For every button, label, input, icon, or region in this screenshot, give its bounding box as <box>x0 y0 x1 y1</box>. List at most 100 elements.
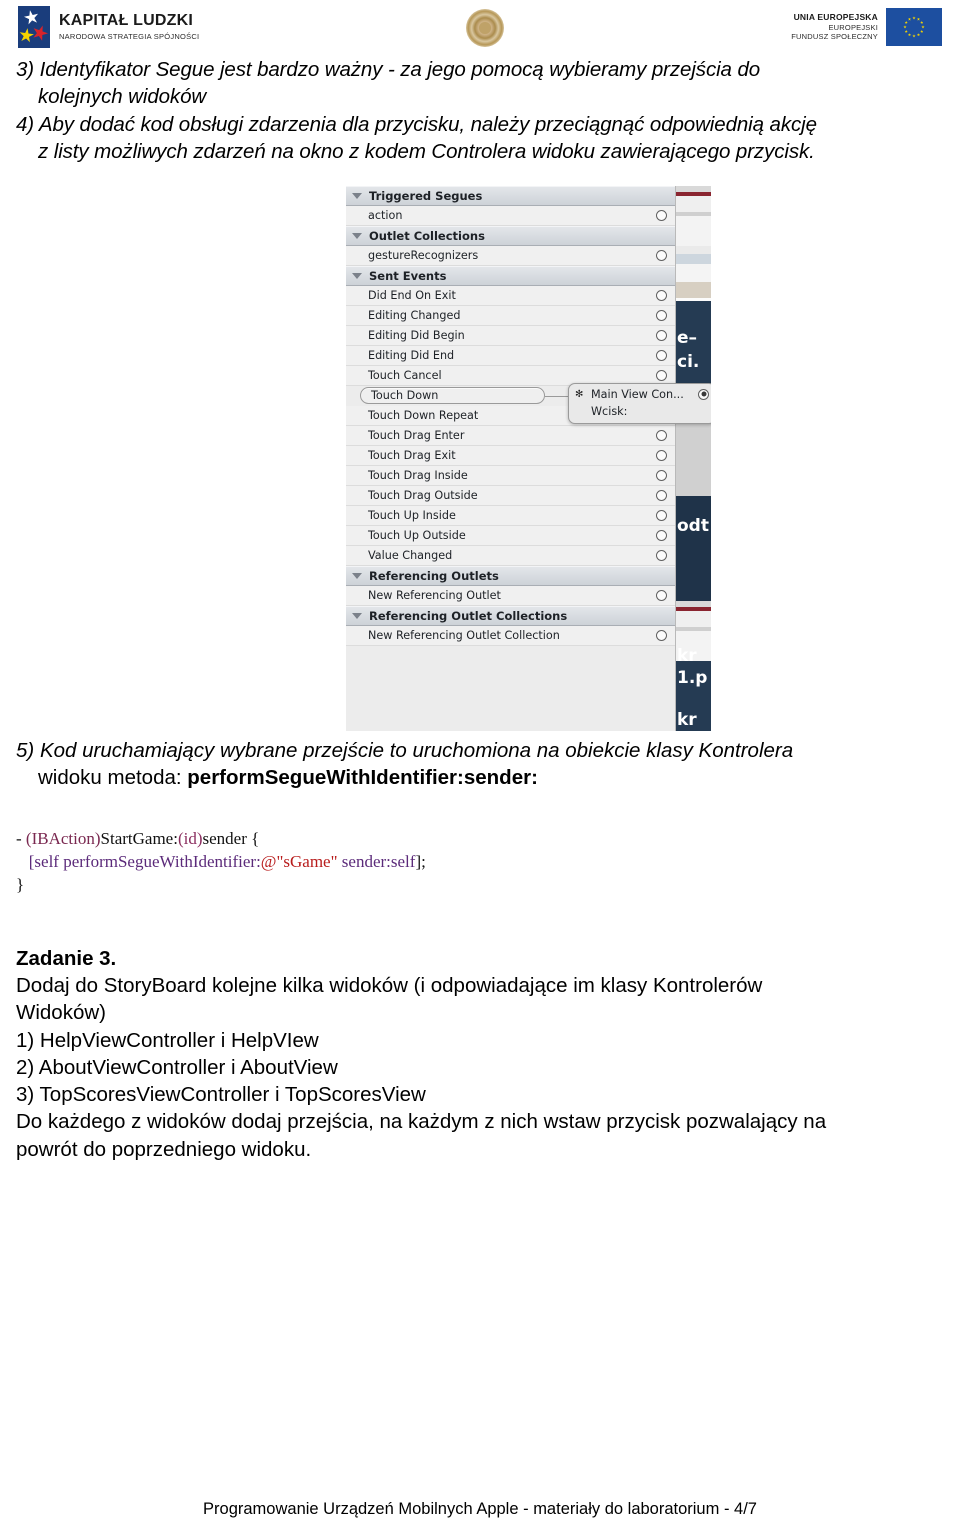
section-header-referencing-outlet-collections[interactable]: Referencing Outlet Collections <box>346 605 675 626</box>
logo-university-seal <box>466 9 504 47</box>
white-star-icon <box>23 9 41 27</box>
eu-star-icon <box>907 17 912 21</box>
sent-event-0-row[interactable]: Did End On Exit <box>346 285 675 306</box>
connection-well[interactable] <box>656 529 667 541</box>
connection-label: Touch Drag Inside <box>368 468 468 482</box>
sent-event-2-row[interactable]: Editing Did Begin <box>346 325 675 346</box>
red-star-icon <box>30 23 51 44</box>
sent-event-10-row[interactable]: Touch Drag Outside <box>346 485 675 506</box>
popover-connection-well[interactable] <box>698 388 709 400</box>
eu-star-icon <box>920 29 924 33</box>
eu-line-3: FUNDUSZ SPOŁECZNY <box>791 32 878 42</box>
list-item-3-marker: 3) <box>16 58 35 81</box>
connection-label: New Referencing Outlet <box>368 588 501 602</box>
popover-target-row[interactable]: ✻ Main View Con... <box>575 386 709 403</box>
connection-well[interactable] <box>656 629 667 641</box>
connection-well[interactable] <box>656 329 667 341</box>
screenshot-frame: e– ci. odt kr 1.p kr Triggered Segues act… <box>346 185 711 731</box>
disclosure-triangle-down-icon[interactable] <box>352 193 362 200</box>
section-header-label: Sent Events <box>369 268 447 283</box>
code-perform-segue-msg: performSegueWithIdentifier: <box>63 852 261 872</box>
code-line-2: [self performSegueWithIdentifier:@"sGame… <box>16 852 426 871</box>
connection-label: Touch Drag Enter <box>368 428 465 442</box>
connection-well[interactable] <box>656 589 667 601</box>
eu-star-icon <box>912 16 916 20</box>
connection-label: Value Changed <box>368 548 453 562</box>
bg-text-fragment-5: 1.p <box>677 667 708 688</box>
zadanie-item-1: 1) HelpViewController i HelpVIew <box>16 1028 319 1052</box>
kapital-ludzki-stars-emblem <box>18 6 50 48</box>
disclosure-triangle-down-icon[interactable] <box>352 273 362 280</box>
disclosure-triangle-down-icon[interactable] <box>352 613 362 620</box>
section-header-referencing-outlets[interactable]: Referencing Outlets <box>346 565 675 586</box>
connection-well[interactable] <box>656 429 667 441</box>
referencing-outlet-collection-0-row[interactable]: New Referencing Outlet Collection <box>346 625 675 646</box>
connection-well[interactable] <box>656 549 667 561</box>
sent-event-1-row[interactable]: Editing Changed <box>346 305 675 326</box>
referencing-outlet-0-row[interactable]: New Referencing Outlet <box>346 585 675 606</box>
eu-star-icon <box>907 33 912 37</box>
section-header-label: Referencing Outlets <box>369 568 499 583</box>
connection-label: gestureRecognizers <box>368 248 479 262</box>
kapital-ludzki-text: KAPITAŁ LUDZKI NARODOWA STRATEGIA SPÓJNO… <box>59 12 199 41</box>
xcode-inspector-screenshot: e– ci. odt kr 1.p kr Triggered Segues act… <box>16 182 960 737</box>
connection-label: Touch Cancel <box>368 368 442 382</box>
code-sender-self: sender:self <box>337 852 416 872</box>
background-desktop-strip: e– ci. odt kr 1.p kr <box>675 185 711 731</box>
list-item-4: 4) Aby dodać kod obsługi zdarzenia dla p… <box>16 111 944 166</box>
sent-event-8-row[interactable]: Touch Drag Exit <box>346 445 675 466</box>
connection-well[interactable] <box>656 309 667 321</box>
popover-action-row[interactable]: Wcisk: <box>575 403 709 420</box>
connection-well[interactable] <box>656 509 667 521</box>
code-self-open: [self <box>28 852 64 872</box>
bg-text-fragment-4: kr <box>677 645 697 666</box>
logo-unia-europejska: UNIA EUROPEJSKA EUROPEJSKI FUNDUSZ SPOŁE… <box>791 8 942 46</box>
triggered-segue-0-row[interactable]: action <box>346 205 675 226</box>
connection-well[interactable] <box>656 449 667 461</box>
list-item-4-line1: Aby dodać kod obsługi zdarzenia dla przy… <box>38 112 817 136</box>
section-header-sent-events[interactable]: Sent Events <box>346 265 675 286</box>
connection-well[interactable] <box>656 249 667 261</box>
university-gold-seal-icon <box>466 9 504 47</box>
zadanie-outro-line-1: Do każdego z widoków dodaj przejścia, na… <box>16 1110 827 1134</box>
outlet-collection-0-row[interactable]: gestureRecognizers <box>346 245 675 266</box>
kapital-ludzki-title: KAPITAŁ LUDZKI <box>59 12 194 30</box>
sent-event-11-row[interactable]: Touch Up Inside <box>346 505 675 526</box>
eu-stars-ring <box>902 15 926 39</box>
connection-well[interactable] <box>656 209 667 221</box>
page-footer: Programowanie Urządzeń Mobilnych Apple -… <box>203 1500 757 1518</box>
sent-event-9-row[interactable]: Touch Drag Inside <box>346 465 675 486</box>
sent-event-3-row[interactable]: Editing Did End <box>346 345 675 366</box>
section-header-label: Referencing Outlet Collections <box>369 608 568 623</box>
connection-well[interactable] <box>656 489 667 501</box>
connection-well[interactable] <box>656 469 667 481</box>
eu-star-icon <box>904 29 908 33</box>
eu-flag-icon <box>886 8 942 46</box>
list-item-5-first-line: 5) Kod uruchamiający wybrane przejście t… <box>16 737 944 764</box>
list-item-5-line2-prefix: widoku metoda: <box>38 766 188 790</box>
connection-line <box>545 395 569 397</box>
connection-label: Touch Up Inside <box>368 508 456 522</box>
connection-popover[interactable]: ✻ Main View Con... Wcisk: <box>568 382 711 424</box>
bg-window-navy-2 <box>675 495 711 601</box>
connections-inspector-panel: Triggered Segues action Outlet Collections… <box>346 185 676 731</box>
list-item-3: 3) Identyfikator Segue jest bardzo ważny… <box>16 56 944 111</box>
sent-event-13-row[interactable]: Value Changed <box>346 545 675 566</box>
bg-thumb-web-2 <box>675 245 711 301</box>
asterisk-icon: ✻ <box>575 388 584 400</box>
sent-event-7-row[interactable]: Touch Drag Enter <box>346 425 675 446</box>
code-id-type: (id) <box>177 829 203 849</box>
connection-well[interactable] <box>656 289 667 301</box>
connection-well[interactable] <box>656 369 667 381</box>
eu-star-icon <box>912 34 916 38</box>
bg-text-fragment-2: ci. <box>677 351 700 372</box>
disclosure-triangle-down-icon[interactable] <box>352 233 362 240</box>
code-sender-param: sender { <box>202 829 260 849</box>
sent-event-12-row[interactable]: Touch Up Outside <box>346 525 675 546</box>
popover-target-label: Main View Con... <box>591 387 684 401</box>
selected-event-pill[interactable]: Touch Down <box>360 387 545 405</box>
section-header-triggered-segues[interactable]: Triggered Segues <box>346 185 675 206</box>
disclosure-triangle-down-icon[interactable] <box>352 573 362 580</box>
section-header-outlet-collections[interactable]: Outlet Collections <box>346 225 675 246</box>
connection-well[interactable] <box>656 349 667 361</box>
